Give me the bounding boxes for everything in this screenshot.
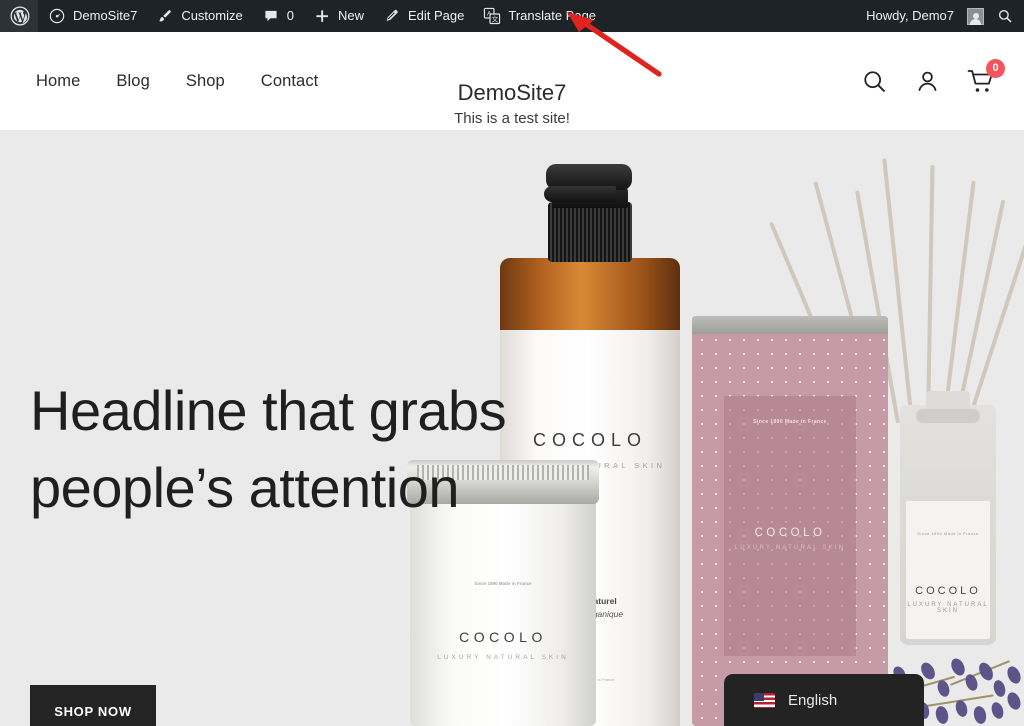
nav-link-blog[interactable]: Blog: [116, 72, 149, 91]
admin-bar-comments[interactable]: 0: [252, 0, 303, 32]
header-cart-button[interactable]: 0: [967, 58, 1005, 95]
admin-bar-comments-count: 0: [286, 8, 294, 23]
comment-bubble-icon: [261, 6, 281, 26]
nav-link-contact[interactable]: Contact: [261, 72, 319, 91]
admin-bar-translate-page[interactable]: A 文 Translate Page: [473, 0, 605, 32]
admin-bar-site-name-label: DemoSite7: [73, 8, 138, 23]
admin-bar-right-group: Howdy, Demo7: [857, 0, 1024, 32]
admin-bar-howdy-label: Howdy, Demo7: [866, 8, 954, 23]
pink-jar-brand: COCOLO: [754, 526, 826, 539]
hero-copy: Headline that grabs people’s attention: [30, 373, 590, 526]
paintbrush-icon: [155, 6, 175, 26]
admin-bar-customize-label: Customize: [181, 8, 243, 23]
diffuser-brand: COCOLO: [915, 585, 981, 597]
language-switcher[interactable]: English: [724, 674, 924, 726]
hero-headline: Headline that grabs people’s attention: [30, 373, 590, 526]
search-icon: [861, 68, 888, 95]
dashboard-icon: [47, 6, 67, 26]
admin-bar-customize[interactable]: Customize: [146, 0, 251, 32]
white-jar-fine-print: Since 1890 Made in France: [474, 581, 532, 586]
hero-headline-line-2: people’s attention: [30, 455, 460, 519]
diffuser-label: Since 1890 Made in France COCOLO LUXURY …: [906, 501, 990, 639]
white-jar-label: Since 1890 Made in France COCOLO LUXURY …: [410, 494, 596, 726]
white-jar-subtitle: LUXURY NATURAL SKIN: [437, 654, 569, 662]
hero-headline-line-1: Headline that grabs: [30, 379, 507, 442]
admin-bar-edit-page-label: Edit Page: [407, 8, 465, 23]
pink-product-jar: Since 1890 Made in France COCOLO LUXURY …: [692, 316, 888, 726]
pink-jar-label: Since 1890 Made in France COCOLO LUXURY …: [724, 396, 856, 656]
us-flag-icon: [754, 692, 775, 708]
wordpress-logo-menu-item[interactable]: [0, 0, 38, 32]
hero-section: Since 1890 Made in France COCOLO LUXURY …: [0, 130, 1024, 726]
admin-bar-site-name[interactable]: DemoSite7: [38, 0, 146, 32]
wordpress-logo-icon: [10, 6, 30, 26]
header-icon-group: 0: [861, 32, 1005, 130]
language-switcher-label: English: [788, 691, 838, 709]
diffuser-fine-print: Since 1890 Made in France: [917, 531, 979, 536]
admin-bar-left-group: DemoSite7 Customize 0 New Edit Page A 文 …: [0, 0, 605, 32]
nav-link-home[interactable]: Home: [36, 72, 80, 91]
pink-jar-subtitle: LUXURY NATURAL SKIN: [734, 544, 846, 551]
pink-jar-fine-print: Since 1890 Made in France: [753, 419, 827, 425]
diffuser-subtitle: LUXURY NATURAL SKIN: [907, 602, 989, 614]
pencil-icon: [382, 6, 402, 26]
reed-diffuser-bottle: Since 1890 Made in France COCOLO LUXURY …: [900, 391, 996, 645]
cart-count-badge: 0: [986, 58, 1005, 78]
nav-link-shop[interactable]: Shop: [186, 72, 225, 91]
search-icon: [995, 6, 1015, 26]
admin-bar-translate-page-label: Translate Page: [508, 8, 597, 23]
header-search-button[interactable]: [861, 68, 888, 95]
site-header: Home Blog Shop Contact DemoSite7 This is…: [0, 32, 1024, 130]
shop-now-button[interactable]: SHOP NOW: [30, 685, 156, 726]
user-account-icon: [914, 68, 941, 95]
admin-bar-new-content[interactable]: New: [303, 0, 373, 32]
admin-bar-edit-page[interactable]: Edit Page: [373, 0, 473, 32]
avatar: [960, 7, 984, 25]
admin-bar-my-account[interactable]: Howdy, Demo7: [857, 0, 986, 32]
plus-icon: [312, 6, 332, 26]
header-account-button[interactable]: [914, 68, 941, 95]
admin-bar-new-label: New: [337, 8, 364, 23]
primary-navigation: Home Blog Shop Contact: [36, 32, 318, 130]
translate-icon: A 文: [482, 6, 502, 26]
wp-admin-bar: DemoSite7 Customize 0 New Edit Page A 文 …: [0, 0, 1024, 32]
admin-bar-search-button[interactable]: [986, 0, 1024, 32]
svg-text:文: 文: [492, 14, 499, 23]
white-jar-brand: COCOLO: [459, 629, 547, 646]
